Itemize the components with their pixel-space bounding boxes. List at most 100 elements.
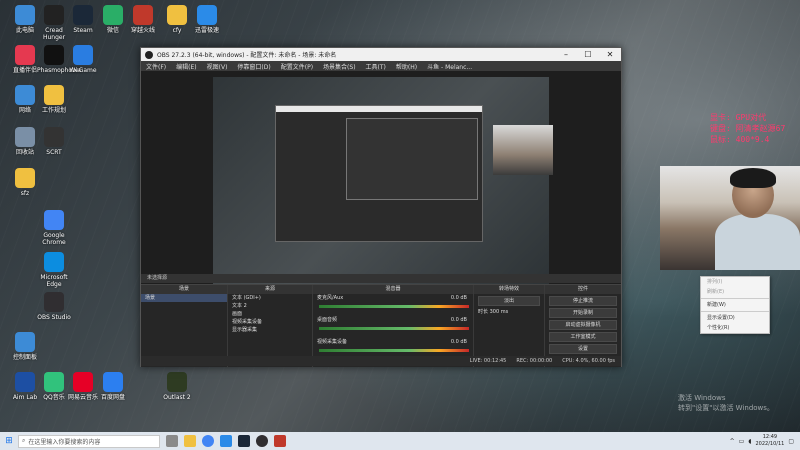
taskbar-clock[interactable]: 12:49 2022/10/11 [756, 434, 785, 448]
context-menu-item[interactable]: 个性化(R) [701, 323, 769, 333]
overlay-stats-line: 键盘: 阿清孝赵源67 [710, 124, 786, 133]
desktop-icon-label: OBS Studio [37, 314, 71, 321]
desktop-icon-label: 控制面板 [12, 354, 37, 361]
maximize-icon[interactable]: ☐ [577, 50, 599, 59]
overlay-stats-text: 显卡: GPU对代 键盘: 阿清孝赵源67 鼠标: 400*9.4 [710, 112, 785, 145]
taskbar-search-box[interactable]: ⌕ 在这里输入你要搜索的内容 [18, 434, 160, 448]
obs-menu-item[interactable]: 斗鱼 - Melanc... [427, 62, 472, 71]
desktop-app-icon [73, 372, 93, 392]
volume-meter[interactable] [319, 327, 469, 330]
context-menu-item[interactable]: 显示设置(D) [701, 313, 769, 323]
mixer-panel: 混音器 麦克风/Aux 0.0 dB 桌面音频 0.0 dB 视频采集设备 0.0 dB [313, 285, 474, 367]
desktop-app-icon [44, 292, 64, 312]
obs-status-item: LIVE: 00:12:45 [469, 358, 507, 364]
desktop-icon[interactable]: 网易云音乐 [66, 372, 100, 401]
desktop-app-icon [44, 5, 64, 25]
desktop-icon[interactable]: OBS Studio [37, 292, 71, 321]
close-icon[interactable]: ✕ [599, 50, 621, 59]
desktop-icon[interactable]: SCRT [37, 127, 71, 156]
obs-window[interactable]: OBS 27.2.3 (64-bit, windows) - 配置文件: 未命名… [140, 47, 622, 367]
windows-start-icon[interactable]: ⊞ [0, 436, 18, 446]
taskbar-app-icon[interactable] [220, 435, 232, 447]
chrome-icon[interactable] [202, 435, 214, 447]
desktop-icon[interactable]: 控制面板 [8, 332, 42, 361]
desktop-app-icon [44, 372, 64, 392]
source-item[interactable]: 文本 (GDI+) [228, 294, 312, 302]
desktop-icon-label: Google Chrome [42, 232, 66, 246]
obs-menu-item[interactable]: 工具(T) [366, 62, 386, 71]
webcam-overlay [660, 166, 800, 270]
desktop-icon[interactable]: Microsoft Edge [37, 252, 71, 288]
obs-control-button[interactable]: 启动虚拟摄像机 [549, 320, 617, 330]
context-menu-item[interactable]: 排列(I) [701, 277, 769, 287]
scenes-header: 场景 [141, 285, 227, 294]
desktop-app-icon [167, 372, 187, 392]
scene-item[interactable]: 场景 [141, 294, 227, 302]
obs-menu-item[interactable]: 编辑(E) [176, 62, 196, 71]
transitions-panel: 转场特效 淡出 时长 300 ms [474, 285, 545, 367]
mixer-channel-name: 麦克风/Aux [317, 295, 344, 301]
obs-menu-item[interactable]: 帮助(H) [396, 62, 417, 71]
mixer-channel-label: 桌面音频 0.0 dB [313, 316, 473, 324]
obs-menu-item[interactable]: 文件(F) [146, 62, 166, 71]
transitions-header: 转场特效 [474, 285, 544, 294]
network-icon[interactable]: ▭ [739, 438, 745, 445]
volume-icon[interactable]: ◖ [748, 438, 751, 445]
obs-title-bar[interactable]: OBS 27.2.3 (64-bit, windows) - 配置文件: 未命名… [141, 48, 621, 61]
minimize-icon[interactable]: – [555, 50, 577, 59]
mixer-channel: 麦克风/Aux 0.0 dB [313, 294, 473, 316]
desktop-icon[interactable]: 迅雷极速 [190, 5, 224, 34]
desktop-icon-label: 迅雷极速 [194, 27, 219, 34]
desktop-icon[interactable]: Google Chrome [37, 210, 71, 246]
file-explorer-icon[interactable] [184, 435, 196, 447]
transition-select[interactable]: 淡出 [478, 296, 540, 306]
obs-control-button[interactable]: 设置 [549, 344, 617, 354]
obs-control-button[interactable]: 工作室模式 [549, 332, 617, 342]
task-view-icon[interactable] [166, 435, 178, 447]
obs-taskbar-icon[interactable] [256, 435, 268, 447]
scenes-panel: 场景 场景 [141, 285, 228, 367]
obs-control-button[interactable]: 开始录制 [549, 308, 617, 318]
obs-control-button[interactable]: 停止推流 [549, 296, 617, 306]
context-menu-item[interactable]: 刷新(E) [701, 287, 769, 297]
desktop-icon[interactable]: Steam [66, 5, 100, 34]
desktop-icon[interactable]: WeGame [66, 45, 100, 74]
desktop-icon-label: 穿越火线 [130, 27, 155, 34]
system-tray: ^ ▭ ◖ 12:49 2022/10/11 ▢ [730, 434, 800, 448]
desktop-icon-label: cfy [172, 27, 182, 34]
context-menu-item[interactable]: 新建(W) [701, 300, 769, 310]
desktop-icon[interactable]: cfy [160, 5, 194, 34]
desktop-icon[interactable]: 工作规划 [37, 85, 71, 114]
preview-webcam-thumbnail [493, 125, 553, 175]
transition-duration[interactable]: 时长 300 ms [474, 308, 544, 316]
obs-menu-item[interactable]: 视图(V) [207, 62, 228, 71]
obs-status-item: CPU: 4.0%, 60.00 fps [562, 358, 615, 364]
desktop-icon[interactable]: 百度网盘 [96, 372, 130, 401]
obs-menu-item[interactable]: 配置文件(P) [281, 62, 313, 71]
mixer-channel-label: 麦克风/Aux 0.0 dB [313, 294, 473, 302]
volume-meter[interactable] [319, 305, 469, 308]
desktop-icon-label: sfz [20, 190, 30, 197]
source-item[interactable]: 文本 2 [228, 302, 312, 310]
mixer-channel-label: 视频采集设备 0.0 dB [313, 338, 473, 346]
desktop-icon[interactable]: 微信 [96, 5, 130, 34]
obs-menu-item[interactable]: 场景集合(S) [323, 62, 356, 71]
desktop-app-icon [15, 45, 35, 65]
desktop-icon[interactable]: Outlast 2 [160, 372, 194, 401]
steam-icon[interactable] [238, 435, 250, 447]
volume-meter[interactable] [319, 349, 469, 352]
desktop-app-icon [103, 5, 123, 25]
source-item[interactable]: 画面 [228, 310, 312, 318]
desktop-icon[interactable]: sfz [8, 168, 42, 197]
source-item[interactable]: 视频采集设备 [228, 318, 312, 326]
sources-panel: 来源 文本 (GDI+) 文本 2 画面 视频采集设备 显示器采集 [228, 285, 313, 367]
desktop-icon-label: 网易云音乐 [67, 394, 98, 401]
desktop-icon[interactable]: 穿越火线 [126, 5, 160, 34]
tray-chevron-icon[interactable]: ^ [730, 438, 735, 445]
notification-icon[interactable]: ▢ [788, 438, 794, 445]
game-taskbar-icon[interactable] [274, 435, 286, 447]
sources-header: 来源 [228, 285, 312, 294]
obs-dock: 场景 场景 来源 文本 (GDI+) 文本 2 画面 视频采集设备 显示器采集 混音器 … [141, 284, 621, 367]
source-item[interactable]: 显示器采集 [228, 326, 312, 334]
obs-menu-item[interactable]: 停靠窗口(D) [237, 62, 270, 71]
